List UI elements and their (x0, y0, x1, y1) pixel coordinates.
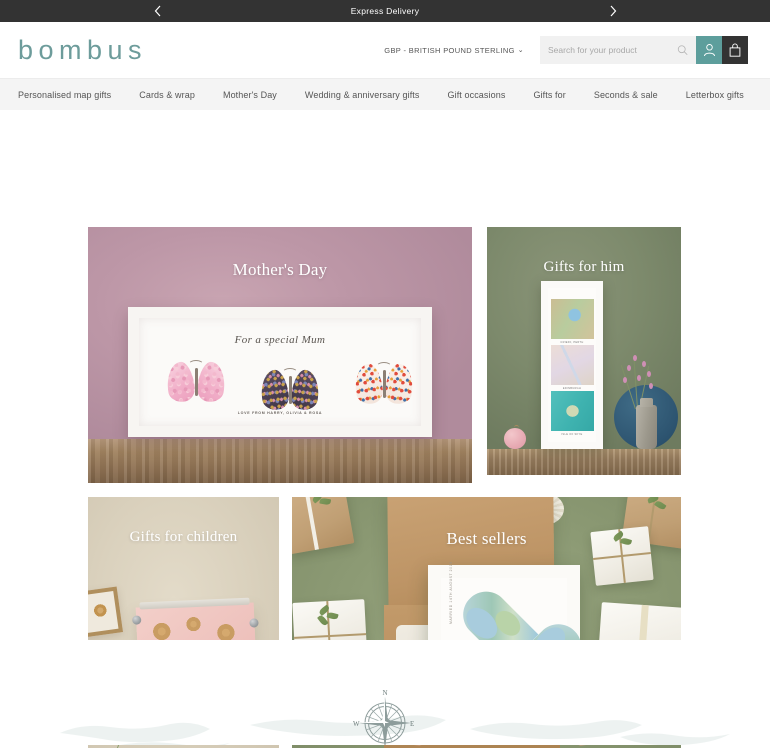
compass-label-north: N (382, 689, 387, 697)
compass-rose-icon: N W E (353, 689, 414, 745)
cart-button[interactable] (722, 36, 748, 64)
ceramic-vase-prop (636, 398, 657, 449)
flower-stems (615, 351, 661, 410)
nav-item-mothers-day[interactable]: Mother's Day (209, 90, 291, 100)
butterfly-red (352, 362, 416, 406)
site-header: bombus GBP - BRITISH POUND STERLING ⌄ (0, 22, 770, 78)
tile-mothers-day[interactable]: For a special Mum LOVE FROM HARRY, OLIVI… (88, 227, 472, 483)
nav-item-gift-occasions[interactable]: Gift occasions (434, 90, 520, 100)
small-pressed-flower-frame (88, 586, 124, 638)
category-tile-grid: For a special Mum LOVE FROM HARRY, OLIVI… (0, 110, 770, 748)
header-actions: GBP - BRITISH POUND STERLING ⌄ (384, 36, 748, 64)
map-label-3: ISLE OF SKYE (561, 433, 583, 436)
tile-gifts-for-him[interactable]: CRIEFF, PERTH EDINBURGH ISLE OF SKYE Gif… (487, 227, 681, 475)
announcement-text: Express Delivery (350, 6, 420, 16)
search-box[interactable] (540, 36, 696, 64)
map-label-2: EDINBURGH (562, 387, 582, 390)
search-icon[interactable] (677, 44, 688, 56)
announcement-prev-arrow[interactable] (142, 0, 172, 22)
printed-flower (184, 614, 203, 634)
press-bolt (132, 615, 142, 625)
site-logo[interactable]: bombus (14, 36, 147, 64)
butterfly-body (288, 376, 292, 404)
map-panel-3: ISLE OF SKYE (550, 391, 594, 436)
footer-compass-section: N W E (0, 640, 770, 745)
nav-item-wedding-anniversary[interactable]: Wedding & anniversary gifts (291, 90, 434, 100)
tile-title-best-sellers: Best sellers (446, 529, 527, 548)
butterfly-pink (164, 360, 228, 404)
tile-title-gifts-for-children: Gifts for children (129, 529, 238, 545)
map-label-1: CRIEFF, PERTH (560, 341, 584, 344)
triple-map-frame-product: CRIEFF, PERTH EDINBURGH ISLE OF SKYE (541, 281, 603, 449)
nav-item-gifts-for[interactable]: Gifts for (519, 90, 579, 100)
pink-apple-prop (504, 425, 526, 449)
nav-item-personalised-map-gifts[interactable]: Personalised map gifts (18, 90, 125, 100)
map-panel-2: EDINBURGH (550, 345, 594, 390)
butterfly-dark (258, 368, 322, 412)
nav-item-seconds-sale[interactable]: Seconds & sale (580, 90, 672, 100)
search-input[interactable] (548, 45, 677, 55)
chevron-right-icon (610, 5, 616, 17)
frame-caption-text: LOVE FROM HARRY, OLIVIA & ROSA (237, 411, 323, 415)
currency-selector[interactable]: GBP - BRITISH POUND STERLING ⌄ (384, 46, 524, 55)
account-person-icon (703, 44, 715, 57)
shopping-bag-icon (729, 43, 741, 57)
butterfly-body (382, 370, 386, 398)
main-navigation: Personalised map gifts Cards & wrap Moth… (0, 78, 770, 110)
compass-rose: N W E (349, 687, 421, 745)
currency-label: GBP - BRITISH POUND STERLING (384, 45, 515, 55)
map-panel-1: CRIEFF, PERTH (550, 299, 594, 344)
chevron-down-icon: ⌄ (517, 47, 524, 54)
wooden-shelf (88, 439, 472, 483)
nav-item-letterbox-gifts[interactable]: Letterbox gifts (672, 90, 758, 100)
butterfly-body (194, 368, 198, 396)
wooden-shelf (487, 449, 681, 475)
butterfly-frame-product: For a special Mum LOVE FROM HARRY, OLIVI… (128, 307, 432, 437)
account-button[interactable] (696, 36, 722, 64)
tile-title-gifts-for-him: Gifts for him (543, 259, 625, 275)
frame-side-text: MARRIED 14TH AUGUST 2019 (449, 561, 453, 624)
frame-script-text: For a special Mum (234, 334, 326, 346)
nav-item-cards-wrap[interactable]: Cards & wrap (125, 90, 209, 100)
frame-mount: For a special Mum LOVE FROM HARRY, OLIVI… (139, 318, 421, 426)
announcement-bar: Express Delivery (0, 0, 770, 22)
compass-label-east: E (410, 720, 414, 728)
chevron-left-icon (154, 5, 160, 17)
tile-title-mothers-day: Mother's Day (232, 260, 328, 279)
announcement-next-arrow[interactable] (598, 0, 628, 22)
compass-label-west: W (353, 720, 360, 728)
